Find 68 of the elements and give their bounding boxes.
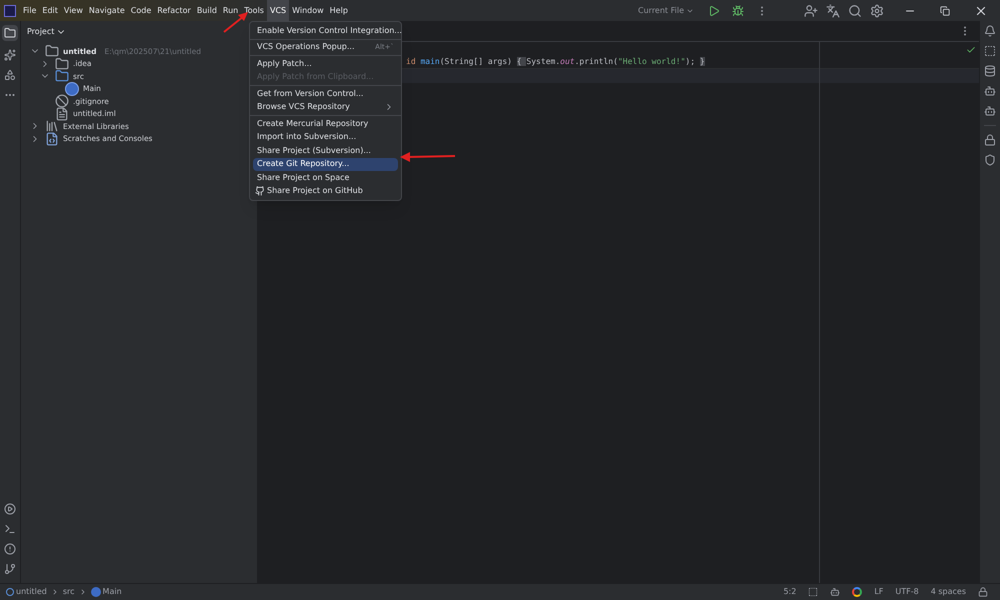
google-icon <box>852 587 862 597</box>
project-view-dropdown[interactable]: Project <box>27 26 66 38</box>
problems-icon[interactable] <box>4 543 16 555</box>
project-tool-button[interactable] <box>2 25 18 41</box>
run-tool-icon[interactable] <box>4 503 16 515</box>
line-separator[interactable]: LF <box>874 586 884 598</box>
assistant-status-icon[interactable] <box>830 587 840 597</box>
version-control-icon[interactable] <box>4 563 16 575</box>
breadcrumb[interactable]: Main <box>102 586 122 598</box>
github-icon <box>255 186 265 196</box>
restore-icon[interactable] <box>940 6 950 16</box>
menu-item[interactable]: Share Project on GitHub <box>253 184 398 198</box>
run-icon[interactable] <box>708 4 720 16</box>
breadcrumb[interactable]: src <box>62 586 75 598</box>
caret-position[interactable]: 5:2 <box>783 586 796 598</box>
library-icon <box>45 119 59 134</box>
indent-setting[interactable]: 4 spaces <box>930 586 966 598</box>
no-problems-check-icon <box>966 45 976 55</box>
file-encoding[interactable]: UTF-8 <box>895 586 919 598</box>
notifications-icon[interactable] <box>984 25 996 37</box>
debug-icon[interactable] <box>732 4 744 16</box>
add-user-icon[interactable] <box>804 4 818 18</box>
module-folder-icon <box>45 44 59 58</box>
scratch-icon <box>45 132 59 146</box>
menu-item[interactable]: Create Mercurial Repository <box>253 117 398 130</box>
ignore-file-icon <box>55 94 69 108</box>
database-icon[interactable] <box>984 65 996 77</box>
module-icon <box>6 588 14 596</box>
menu-bar-item[interactable]: Navigate <box>86 0 128 21</box>
app-logo-icon <box>4 4 16 16</box>
folder-icon <box>55 56 69 71</box>
menu-bar-item[interactable]: Refactor <box>154 0 194 21</box>
menu-bar-item[interactable]: View <box>60 0 86 21</box>
menu-item[interactable]: Apply Patch... <box>253 57 398 70</box>
ai-assistant-icon[interactable] <box>4 49 16 61</box>
structure-icon[interactable] <box>4 69 16 81</box>
shield-icon[interactable] <box>984 154 996 166</box>
class-icon <box>90 587 101 597</box>
menu-item[interactable]: Browse VCS Repository <box>253 100 398 114</box>
menu-bar-item[interactable]: File <box>20 0 40 21</box>
readonly-toggle-icon[interactable] <box>808 587 818 597</box>
menu-bar-item[interactable]: VCS <box>266 0 290 21</box>
menu-item[interactable]: Create Git Repository... <box>253 158 398 171</box>
menu-bar-item[interactable]: Help <box>326 0 351 21</box>
menu-item[interactable]: Get from Version Control... <box>253 87 398 100</box>
menu-bar-item[interactable]: Edit <box>39 0 61 21</box>
search-icon[interactable] <box>848 4 862 18</box>
file-icon <box>55 106 69 121</box>
source-folder-icon <box>55 69 69 84</box>
menu-item[interactable]: Share Project on Space <box>253 171 398 184</box>
lock-icon[interactable] <box>978 587 988 597</box>
robot-icon[interactable] <box>984 85 996 97</box>
menu-bar-item[interactable]: Build <box>194 0 220 21</box>
menu-item[interactable]: Share Project (Subversion)... <box>253 144 398 158</box>
translate-icon[interactable] <box>826 4 840 18</box>
menu-bar-item[interactable]: Tools <box>241 0 267 21</box>
annotation-arrow <box>400 152 456 162</box>
menu-bar-item[interactable]: Code <box>128 0 154 21</box>
menu-bar-item[interactable]: Window <box>289 0 327 21</box>
run-configuration-dropdown[interactable]: Current File <box>638 4 694 16</box>
settings-icon[interactable] <box>870 4 884 18</box>
robot-chat-icon[interactable] <box>984 105 996 117</box>
code-line: id main(String[] args) { System.out.println("Hello world!"); } <box>406 56 705 68</box>
breadcrumb[interactable]: untitled <box>16 586 47 598</box>
terminal-icon[interactable] <box>4 523 16 535</box>
class-icon <box>65 82 79 96</box>
menu-item[interactable]: Import into Subversion... <box>253 130 398 144</box>
menu-bar-item[interactable]: Run <box>220 0 242 21</box>
